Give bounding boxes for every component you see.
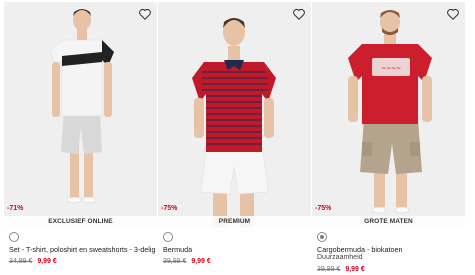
sale-price: 9,99 € bbox=[191, 258, 211, 265]
color-swatch[interactable] bbox=[163, 232, 173, 242]
product-grid: -71% EXCLUSIEF ONLINE Set - T-shirt, pol… bbox=[0, 0, 475, 275]
product-title[interactable]: Set - T-shirt, poloshirt en sweatshorts … bbox=[9, 245, 155, 254]
heart-icon[interactable] bbox=[292, 7, 306, 21]
sale-price: 9,99 € bbox=[37, 258, 57, 265]
product-card[interactable]: -75% PREMIUM Bermuda 39,99 € 9,99 € bbox=[158, 0, 311, 275]
heart-icon[interactable] bbox=[446, 7, 460, 21]
discount-badge: -71% bbox=[7, 205, 24, 212]
model-photo: ~~~~ bbox=[312, 2, 465, 228]
discount-badge: -75% bbox=[315, 205, 332, 212]
color-swatch[interactable] bbox=[317, 232, 327, 242]
discount-badge: -75% bbox=[161, 205, 178, 212]
color-swatch[interactable] bbox=[9, 232, 19, 242]
old-price: 39,99 € bbox=[163, 258, 187, 265]
model-photo bbox=[158, 2, 311, 228]
price-row: 39,99 € 9,99 € bbox=[317, 266, 365, 273]
product-ribbon: EXCLUSIEF ONLINE bbox=[4, 216, 157, 228]
price-row: 39,99 € 9,99 € bbox=[163, 258, 211, 265]
sustainability-label: Duurzaamheid bbox=[317, 254, 363, 261]
product-card[interactable]: -71% EXCLUSIEF ONLINE Set - T-shirt, pol… bbox=[4, 0, 157, 275]
product-ribbon: GROTE MATEN bbox=[312, 216, 465, 228]
product-image[interactable]: ~~~~ -75% GROTE MATEN bbox=[312, 2, 465, 228]
product-title[interactable]: Bermuda bbox=[163, 245, 192, 254]
old-price: 34,99 € bbox=[9, 258, 33, 265]
heart-icon[interactable] bbox=[138, 7, 152, 21]
old-price: 39,99 € bbox=[317, 266, 341, 273]
product-title[interactable]: Cargobermuda - biokatoen bbox=[317, 245, 403, 254]
product-ribbon: PREMIUM bbox=[158, 216, 311, 228]
svg-text:~~~~: ~~~~ bbox=[381, 65, 401, 72]
product-image[interactable]: -71% EXCLUSIEF ONLINE bbox=[4, 2, 157, 228]
product-card[interactable]: ~~~~ -75% GROTE MATEN Cargobermuda - bio… bbox=[312, 0, 465, 275]
price-row: 34,99 € 9,99 € bbox=[9, 258, 57, 265]
product-image[interactable]: -75% PREMIUM bbox=[158, 2, 311, 228]
model-photo bbox=[4, 2, 157, 228]
sale-price: 9,99 € bbox=[345, 266, 365, 273]
